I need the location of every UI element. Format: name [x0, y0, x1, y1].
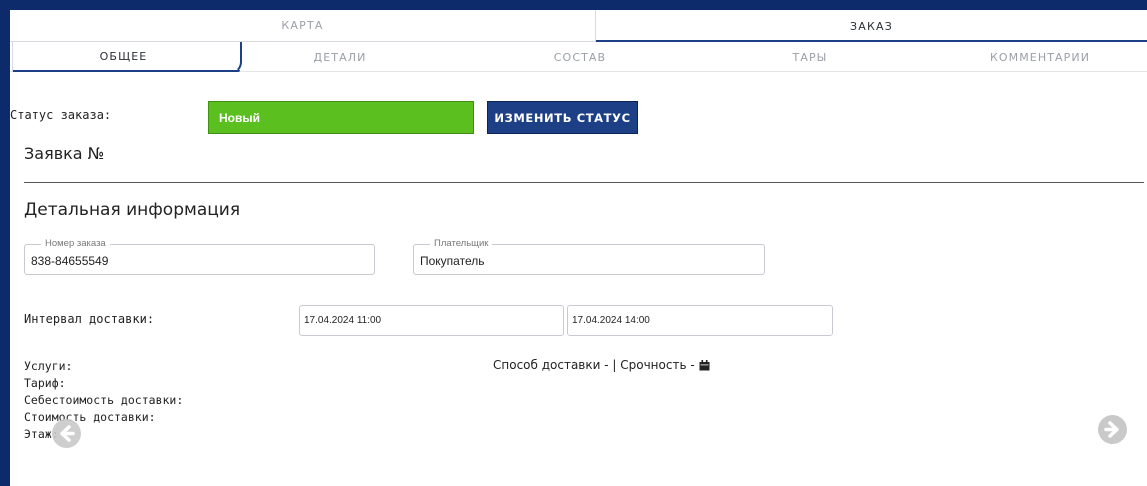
arrow-left-circle-icon[interactable]: [52, 419, 81, 448]
order-app: КАРТА ЗАКАЗ ОБЩЕЕ ДЕТАЛИ СОСТАВ ТАРЫ КОМ…: [10, 10, 1147, 486]
order-number-value: 838-84655549: [31, 254, 109, 268]
order-number-field[interactable]: Номер заказа 838-84655549: [24, 238, 375, 275]
subtab-contents[interactable]: СОСТАВ: [480, 42, 680, 72]
floor-label: Этаж:: [24, 427, 59, 441]
interval-to-input[interactable]: 17.04.2024 14:00: [567, 305, 833, 336]
calendar-icon: [699, 359, 710, 371]
tariff-label: Тариф:: [24, 376, 66, 390]
section-title: Детальная информация: [24, 200, 241, 220]
arrow-right-circle-icon[interactable]: [1098, 415, 1127, 444]
payer-field[interactable]: Плательщик Покупатель: [413, 238, 765, 275]
payer-value: Покупатель: [420, 254, 485, 268]
tab-map[interactable]: КАРТА: [10, 10, 595, 42]
delivery-method-info: Способ доставки - | Срочность -: [493, 358, 710, 372]
cost-price-label: Себестоимость доставки:: [24, 393, 184, 407]
payer-legend: Плательщик: [430, 238, 493, 249]
subtab-containers[interactable]: ТАРЫ: [700, 42, 920, 72]
subtab-comments[interactable]: КОММЕНТАРИИ: [935, 42, 1145, 72]
tab-order[interactable]: ЗАКАЗ: [595, 10, 1147, 42]
window-frame-left: [0, 0, 10, 486]
sub-tabs: ОБЩЕЕ ДЕТАЛИ СОСТАВ ТАРЫ КОММЕНТАРИИ: [10, 42, 1147, 74]
delivery-cost-label: Стоимость доставки:: [24, 410, 156, 424]
top-tabs: КАРТА ЗАКАЗ: [10, 10, 1147, 42]
delivery-info-list: Услуги: Тариф: Себестоимость доставки: С…: [24, 358, 183, 443]
subtab-details[interactable]: ДЕТАЛИ: [240, 42, 440, 72]
interval-from-input[interactable]: 17.04.2024 11:00: [299, 305, 564, 336]
window-frame-top: [0, 0, 1147, 10]
status-value-field[interactable]: Новый: [208, 101, 474, 134]
delivery-interval-label: Интервал доставки:: [24, 312, 155, 326]
change-status-button[interactable]: ИЗМЕНИТЬ СТАТУС: [487, 101, 638, 134]
delivery-method-text: Способ доставки - | Срочность -: [493, 358, 695, 372]
divider: [24, 182, 1144, 183]
subtab-general[interactable]: ОБЩЕЕ: [12, 42, 242, 74]
services-label: Услуги:: [24, 359, 73, 373]
status-label: Статус заказа:: [10, 108, 112, 122]
order-title: Заявка №: [24, 144, 105, 163]
order-number-legend: Номер заказа: [41, 238, 110, 249]
